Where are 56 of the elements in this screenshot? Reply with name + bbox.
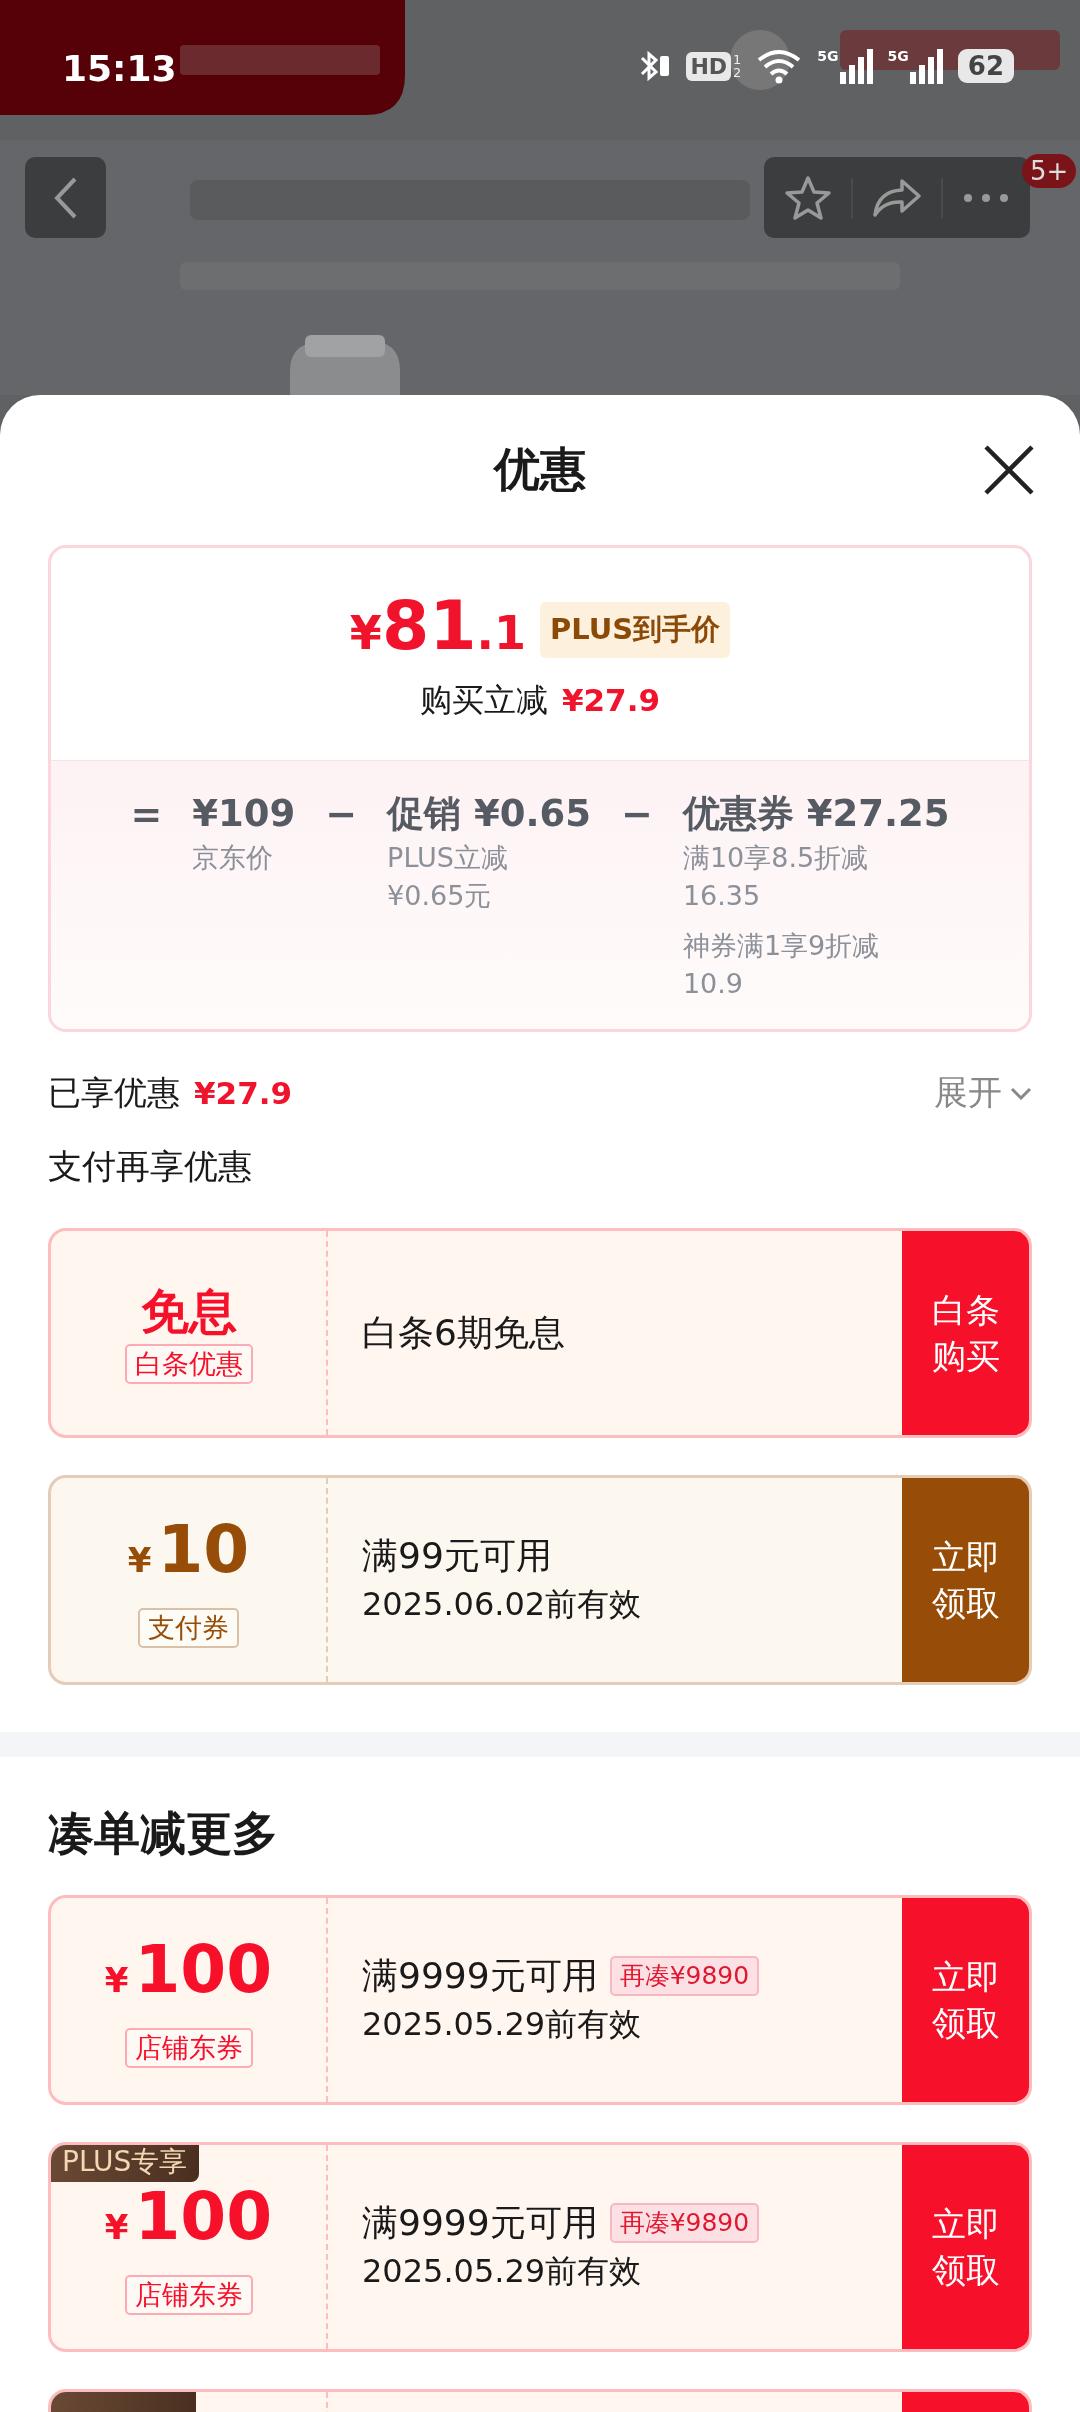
signal-icon <box>839 48 874 84</box>
network-label: 5G <box>887 48 909 64</box>
breakdown-amount: 促销 ¥0.65 <box>387 791 592 837</box>
breakdown-amount: ¥109 <box>192 791 296 837</box>
operator-sign: − <box>325 791 358 838</box>
top-up-tag: 再凑¥9890 <box>609 2203 760 2243</box>
coupon-condition: 满99元可用 <box>362 1534 552 1578</box>
sim-slot-label: 1 <box>733 53 742 66</box>
sheet-title: 优惠 <box>494 441 586 498</box>
star-icon <box>783 174 832 221</box>
clock: 15:13 <box>62 48 177 89</box>
operator-sign: − <box>621 791 653 838</box>
price-tag: PLUS到手价 <box>540 601 731 658</box>
breakdown-amount: 优惠券 ¥27.25 <box>682 791 950 837</box>
battery-icon: 62 <box>957 49 1014 83</box>
claim-button[interactable]: 白条购买 <box>902 1231 1029 1435</box>
coupon-validity: 2025.05.29前有效 <box>362 2251 643 2292</box>
top-up-tag: 再凑¥9890 <box>609 1956 760 1996</box>
sim-slot-label: 2 <box>733 66 742 79</box>
plus-badge: PLUS专享 <box>51 2145 200 2182</box>
coupon-type-tag: 店铺东券 <box>124 2274 253 2315</box>
coupon-type-tag: 支付券 <box>138 1607 239 1648</box>
savings-label: 已享优惠 <box>48 1071 180 1114</box>
section-title: 支付再享优惠 <box>48 1145 253 1188</box>
breakdown-note: 神券满1享9折减 10.9 <box>682 929 881 1001</box>
breakdown-note: PLUS立减 ¥0.65元 <box>387 841 509 913</box>
coupon-amount: ¥10 <box>127 1512 250 1590</box>
claim-button[interactable]: 立即领取 <box>902 1898 1029 2102</box>
breakdown-note: 京东价 <box>192 841 275 875</box>
claim-button[interactable]: 立即领取 <box>902 1478 1029 1682</box>
coupon-validity: 2025.05.29前有效 <box>362 2004 643 2045</box>
back-button[interactable] <box>25 157 106 238</box>
operator-sign: = <box>130 791 163 838</box>
breakdown-note: 满10享8.5折减 16.35 <box>682 841 870 913</box>
price-text: ¥81.1 <box>349 586 526 667</box>
coupon-validity: 2025.06.02前有效 <box>362 1584 643 1625</box>
coupon-type-tag: 白条优惠 <box>124 1344 253 1384</box>
share-icon <box>872 176 922 219</box>
chevron-down-icon <box>1010 1086 1032 1100</box>
coupon-type-tag: 店铺东券 <box>124 2027 253 2068</box>
hd-badge: HD <box>686 51 732 81</box>
saving-amount: ¥27.9 <box>561 682 661 718</box>
expand-toggle[interactable]: 展开 <box>934 1070 1032 1116</box>
section-title: 凑单减更多 <box>48 1805 279 1861</box>
savings-amount: ¥27.9 <box>194 1075 293 1111</box>
saving-label: 购买立减 <box>419 680 548 721</box>
network-label: 5G <box>817 48 839 64</box>
coupon-condition: 满9999元可用 <box>362 1954 598 1998</box>
claim-button[interactable]: 立即领取 <box>902 2145 1029 2349</box>
coupon-amount: ¥100 <box>104 2179 273 2257</box>
coupon-amount: ¥100 <box>104 1932 273 2010</box>
coupon-condition: 白条6期免息 <box>362 1311 565 1355</box>
more-icon <box>963 192 1010 203</box>
coupon-condition: 满9999元可用 <box>362 2201 598 2245</box>
coupon-headline: 免息 <box>140 1282 237 1340</box>
signal-icon <box>909 48 944 84</box>
